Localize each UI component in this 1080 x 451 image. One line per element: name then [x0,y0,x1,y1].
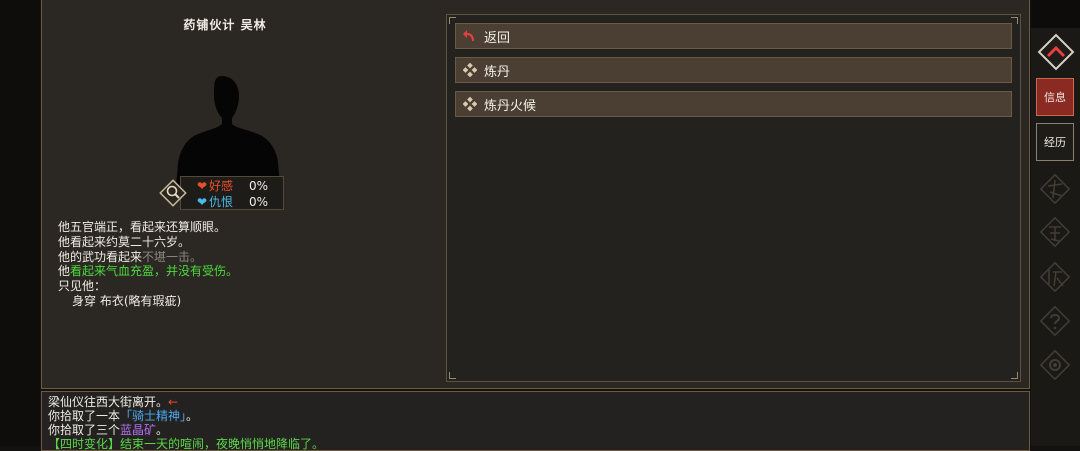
frame-corner [1011,372,1018,379]
sidebar-top-cap [1031,0,1080,28]
desc-text: 他的武功看起来 [58,249,143,264]
log-text: 。 [186,409,199,423]
settings-gear-icon[interactable] [1038,348,1072,382]
return-arrow-icon [462,28,478,44]
diamond-icon [462,96,478,112]
heart-icon: ❤ [197,179,208,193]
desc-line: 只见他： [58,279,107,294]
hatred-value: 0% [249,195,269,209]
log-item-book: 「骑士精神」 [120,409,187,423]
favor-value: 0% [249,179,269,193]
diamond-icon [462,62,478,78]
equipment-line: 身穿 布衣(略有瑕疵) [58,294,238,309]
tab-history[interactable]: 经历 [1036,123,1074,161]
desc-line: 他的武功看起来不堪一击。 [58,250,238,265]
equipment-item: 布衣(略有瑕疵) [99,293,182,308]
heart-icon: ❤ [197,195,208,209]
action-calligraphy-icon[interactable] [1038,172,1072,206]
hatred-label: 仇恨 [209,195,234,209]
log-line: 你拾取了三个蓝晶矿。 [48,423,324,437]
log-text: 。 [156,423,169,437]
favor-row: ❤ 好感 0% [197,179,268,193]
menu-item-label: 炼丹火候 [484,98,537,114]
desc-text: 他 [58,264,71,279]
direction-arrow: ← [168,395,179,409]
log-text: 你拾取了一本 [48,409,121,423]
help-question-icon[interactable] [1038,304,1072,338]
frame-corner [1011,17,1018,24]
log-text: 梁仙仪往西大街离开。 [48,395,169,409]
magnifier-emblem-icon[interactable] [158,178,188,208]
npc-portrait-silhouette [176,76,280,186]
log-item-ore: 蓝晶矿 [120,423,157,437]
message-log: 梁仙仪往西大街离开。← 你拾取了一本「骑士精神」。 你拾取了三个蓝晶矿。 【四时… [48,395,324,451]
hatred-row: ❤ 仇恨 0% [197,195,268,209]
tab-info[interactable]: 信息 [1036,78,1074,116]
desc-line: 他看起来气血充盈，并没有受伤。 [58,264,238,279]
relationship-box: ❤ 好感 0% ❤ 仇恨 0% [180,176,284,210]
log-line: 【四时变化】结束一天的喧闹，夜晚悄悄地降临了。 [48,437,325,451]
study-calligraphy-icon[interactable] [1038,215,1072,249]
menu-item-alchemy[interactable]: 炼丹 [455,57,1012,83]
log-line: 梁仙仪往西大街离开。← [48,395,324,409]
desc-line: 他五官端正，看起来还算顺眼。 [58,220,227,234]
log-text: 你拾取了三个 [48,423,121,437]
npc-description: 他五官端正，看起来还算顺眼。 他看起来约莫二十六岁。 他的武功看起来不堪一击。 … [58,220,238,309]
menu-item-alchemy-heat[interactable]: 炼丹火候 [455,91,1012,117]
back-arrow-icon[interactable] [1036,32,1076,72]
sect-calligraphy-icon[interactable] [1038,260,1072,294]
equipment-label: 身穿 [72,293,97,308]
log-line: 你拾取了一本「骑士精神」。 [48,409,324,423]
desc-line: 他看起来约莫二十六岁。 [58,234,191,249]
npc-title: 药铺伙计 吴林 [183,18,267,32]
menu-item-label: 返回 [484,30,511,46]
martial-status: 不堪一击。 [142,249,203,264]
menu-item-return[interactable]: 返回 [455,23,1012,49]
left-edge-strip [0,0,40,446]
favor-label: 好感 [209,179,234,193]
menu-item-label: 炼丹 [484,64,511,80]
frame-corner [449,372,456,379]
health-status: 看起来气血充盈，并没有受伤。 [70,264,239,279]
